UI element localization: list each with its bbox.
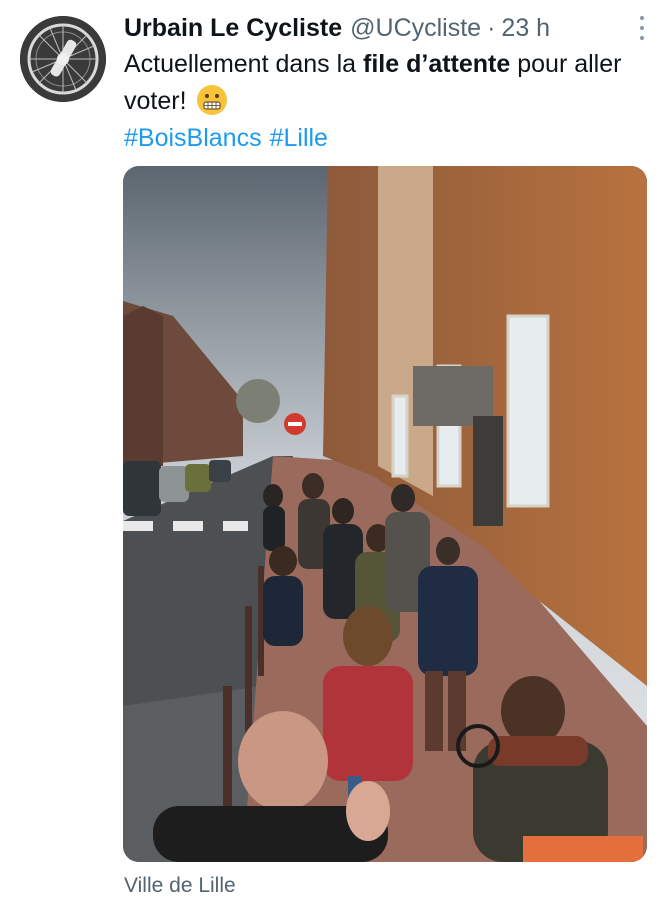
tweet-photo[interactable] xyxy=(123,166,647,862)
more-options-icon[interactable] xyxy=(632,16,652,40)
hashtag-link[interactable]: #Lille xyxy=(270,124,328,152)
author-handle[interactable]: @UCycliste xyxy=(350,14,481,43)
bicycle-wheel-avatar-icon xyxy=(20,16,106,102)
header-separator: · xyxy=(487,13,496,42)
hashtag-link[interactable]: #BoisBlancs xyxy=(124,124,262,152)
author-name[interactable]: Urbain Le Cycliste xyxy=(124,14,342,43)
avatar[interactable] xyxy=(20,16,106,102)
tweet-text-bold: file d’attente xyxy=(363,50,511,78)
tweet-text: Actuellement dans la file d’attente pour… xyxy=(124,46,650,157)
tweet-header: Urbain Le Cycliste @UCycliste · 23 h xyxy=(124,10,646,46)
street-queue-photo xyxy=(123,166,647,862)
photo-location[interactable]: Ville de Lille xyxy=(124,874,236,898)
grimacing-face-emoji xyxy=(197,85,228,115)
tweet-timestamp[interactable]: 23 h xyxy=(501,14,550,43)
tweet-text-part: Actuellement dans la xyxy=(124,50,364,78)
hashtag-list: #BoisBlancs #Lille xyxy=(124,120,650,157)
